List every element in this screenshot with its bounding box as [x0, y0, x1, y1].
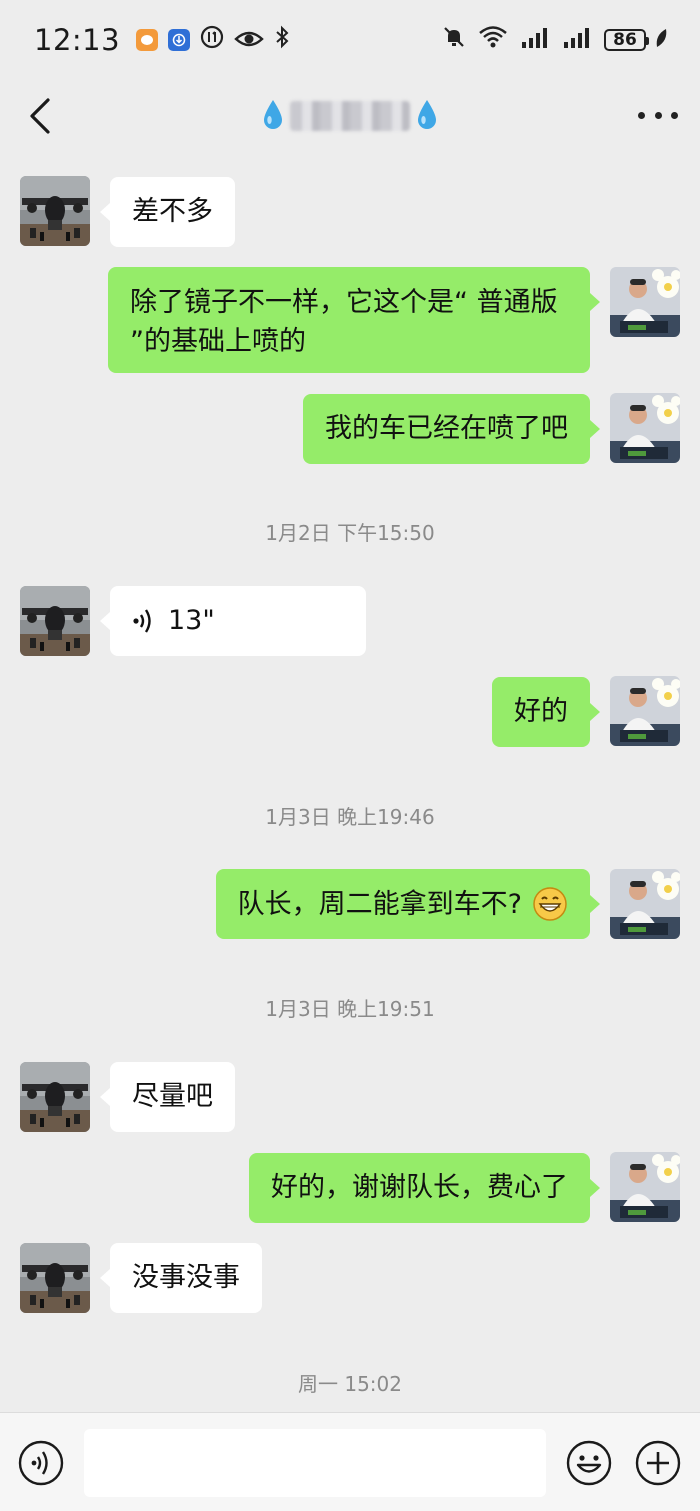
message-bubble[interactable]: 我的车已经在喷了吧: [303, 394, 600, 464]
chat-header: [0, 80, 700, 152]
voice-message-bubble[interactable]: 13": [100, 586, 366, 656]
my-avatar[interactable]: [610, 1152, 680, 1222]
data-saver-icon: [200, 25, 224, 56]
message-timestamp: 1月3日 晚上19:46: [265, 805, 435, 829]
bluetooth-icon: [274, 25, 290, 56]
status-time: 12:13: [34, 23, 121, 57]
message-bubble[interactable]: 队长，周二能拿到车不?: [215, 869, 601, 939]
message-bubble[interactable]: 除了镜子不一样，它这个是“ 普通版 ”的基础上喷的: [108, 267, 600, 373]
battery-level: 86: [613, 29, 637, 50]
more-dot: [671, 111, 678, 119]
battery-icon: 86: [604, 29, 649, 51]
my-avatar[interactable]: [610, 393, 680, 463]
back-button[interactable]: [24, 96, 60, 136]
app-download-icon: [168, 29, 191, 51]
mute-icon: [442, 25, 466, 56]
message-bubble[interactable]: 好的，谢谢队长，费心了: [249, 1153, 600, 1223]
droplet-icon: [262, 98, 284, 134]
more-options-button[interactable]: [638, 100, 678, 130]
contact-avatar[interactable]: [20, 176, 90, 246]
my-avatar[interactable]: [610, 676, 680, 746]
message-bubble[interactable]: 差不多: [100, 177, 235, 247]
signal-icon: [562, 25, 592, 56]
contact-avatar[interactable]: [20, 586, 90, 656]
eye-icon: [234, 25, 264, 56]
contact-avatar[interactable]: [20, 1243, 90, 1313]
message-input[interactable]: [84, 1429, 546, 1497]
status-bar: 12:13 86: [0, 0, 700, 80]
voice-toggle-icon[interactable]: [18, 1440, 64, 1486]
message-text: 队长，周二能拿到车不?: [237, 888, 522, 920]
contact-name-redacted: [290, 101, 410, 131]
droplet-icon: [416, 98, 438, 134]
contact-avatar[interactable]: [20, 1062, 90, 1132]
voice-wave-icon: [133, 608, 151, 633]
plus-icon[interactable]: [635, 1440, 681, 1486]
signal-icon: [520, 25, 550, 56]
my-avatar[interactable]: [610, 869, 680, 939]
my-avatar[interactable]: [610, 267, 680, 337]
message-bubble[interactable]: 好的: [492, 677, 600, 747]
emoji-icon[interactable]: [566, 1440, 612, 1486]
message-timestamp: 周一 15:02: [298, 1372, 402, 1396]
message-bubble[interactable]: 尽量吧: [100, 1062, 235, 1132]
leaf-icon: [654, 25, 668, 56]
grinning-face-emoji-icon: [533, 887, 567, 921]
more-dot: [638, 111, 645, 119]
more-dot: [654, 111, 662, 119]
message-bubble[interactable]: 没事没事: [100, 1243, 262, 1313]
input-bar: [0, 1412, 700, 1511]
message-timestamp: 1月3日 晚上19:51: [265, 997, 435, 1021]
wifi-icon: [478, 25, 508, 56]
chat-title: [262, 98, 438, 134]
app-notification-icon: [136, 29, 159, 51]
voice-duration: 13": [168, 605, 215, 636]
message-timestamp: 1月2日 下午15:50: [265, 521, 435, 545]
